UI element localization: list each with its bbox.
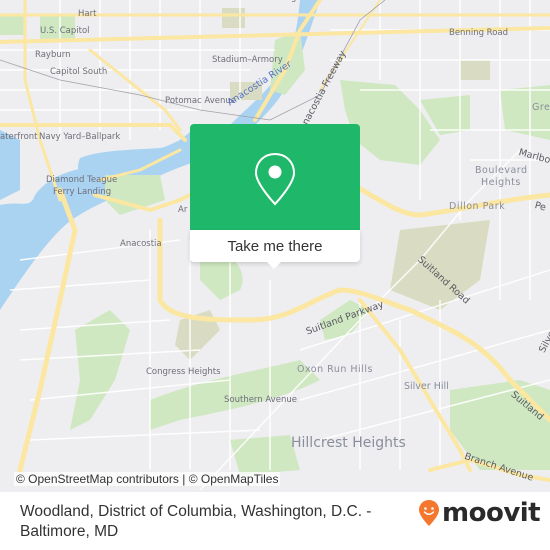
location-popup: Take me there	[190, 124, 360, 269]
map-label-dillon-park: Dillon Park	[449, 201, 506, 212]
map[interactable]: Hart U.S. Capitol Rayburn Capitol South …	[0, 0, 550, 492]
moovit-logo[interactable]: moovit	[418, 498, 541, 528]
map-label-navy-yard: Navy Yard–Ballpark	[39, 132, 121, 142]
map-pin-icon	[254, 152, 296, 206]
map-label-oxon-run-hills: Oxon Run Hills	[297, 364, 373, 375]
map-label-diamond-teague: Diamond Teague	[46, 175, 118, 185]
map-label-congress-heights: Congress Heights	[146, 367, 221, 377]
map-attribution[interactable]: © OpenStreetMap contributors | © OpenMap…	[14, 472, 281, 486]
map-label-benning-road: Benning Road	[449, 28, 509, 38]
map-label-heights: Heights	[481, 177, 521, 188]
footer: Woodland, District of Columbia, Washingt…	[0, 492, 550, 550]
map-label-capitol-south: Capitol South	[50, 67, 108, 77]
map-label-anacostia-partial: Ar	[178, 205, 188, 215]
map-label-pennsylvania: Pe	[533, 200, 548, 214]
popup-header	[190, 124, 360, 230]
map-label-boulevard: Boulevard	[475, 165, 528, 176]
map-label-rayburn: Rayburn	[35, 50, 71, 60]
map-label-heritage-island: Heritage Island	[265, 0, 330, 3]
map-label-hart: Hart	[78, 9, 97, 19]
moovit-pin-smiley-icon	[419, 500, 439, 526]
map-label-waterfront: aterfront	[0, 132, 38, 142]
take-me-there-button[interactable]: Take me there	[190, 230, 360, 262]
map-label-hillcrest-heights: Hillcrest Heights	[291, 435, 406, 451]
map-label-ferry-landing: Ferry Landing	[53, 187, 112, 197]
location-title: Woodland, District of Columbia, Washingt…	[20, 503, 372, 540]
map-label-us-capitol: U.S. Capitol	[40, 26, 90, 36]
popup-tail	[266, 261, 282, 269]
map-label-silver-hill: Silver Hill	[404, 381, 449, 392]
moovit-brand-text: moovit	[442, 498, 541, 528]
map-label-anacostia: Anacostia	[120, 239, 162, 249]
map-label-southern-avenue: Southern Avenue	[224, 395, 297, 405]
map-label-greenway: Gre	[532, 102, 550, 113]
map-label-stadium-armory: Stadium–Armory	[212, 55, 283, 65]
